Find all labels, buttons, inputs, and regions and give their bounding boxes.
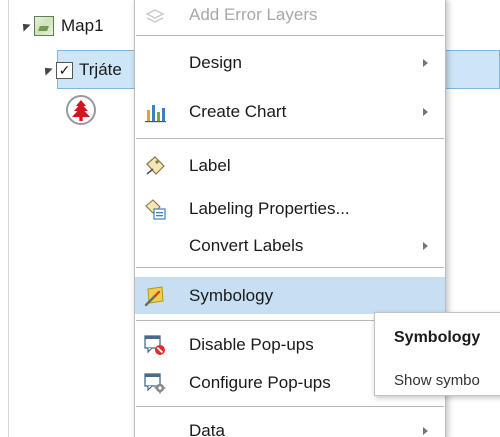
submenu-arrow-icon [423, 241, 428, 250]
menu-item-data[interactable]: Data [135, 412, 445, 437]
expand-caret-icon[interactable] [19, 20, 31, 32]
tooltip-title: Symbology [394, 329, 481, 346]
pane-border [8, 0, 9, 437]
menu-separator [136, 406, 444, 407]
menu-item-label[interactable]: Label [135, 147, 445, 184]
menu-label: Symbology [189, 285, 274, 305]
tree-row-map[interactable]: Map1 [19, 16, 104, 36]
menu-separator [136, 35, 444, 36]
menu-item-symbology[interactable]: Symbology [135, 277, 445, 314]
menu-label: Configure Pop-ups [189, 372, 331, 392]
symbology-icon [143, 284, 167, 308]
menu-item-labeling-properties[interactable]: Labeling Properties... [135, 190, 445, 227]
labeling-properties-icon [143, 197, 167, 221]
chart-icon [143, 100, 167, 124]
check-icon: ✓ [58, 62, 71, 78]
map-icon [34, 16, 54, 36]
menu-item-create-chart[interactable]: Create Chart [135, 93, 445, 130]
layer-label: Trjáte [79, 60, 122, 79]
submenu-arrow-icon [423, 426, 428, 435]
symbology-tooltip: Symbology Show symbo [374, 312, 500, 396]
map-label: Map1 [61, 16, 104, 35]
menu-separator [136, 267, 444, 268]
label-icon [143, 154, 167, 178]
layer-visibility-checkbox[interactable]: ✓ [56, 61, 73, 79]
configure-popups-icon [143, 371, 167, 395]
menu-separator [136, 138, 444, 139]
menu-label: Create Chart [189, 101, 287, 121]
error-layers-icon [143, 3, 167, 27]
disable-popups-icon [143, 333, 167, 357]
menu-label: Convert Labels [189, 235, 304, 255]
tooltip-description: Show symbo [394, 372, 480, 389]
menu-item-design[interactable]: Design [135, 44, 445, 81]
tree-symbol-icon[interactable] [66, 95, 96, 125]
menu-item-add-error-layers[interactable]: Add Error Layers [135, 0, 445, 33]
menu-label: Design [189, 52, 242, 72]
menu-label: Disable Pop-ups [189, 334, 314, 354]
expand-caret-icon[interactable] [41, 64, 53, 76]
menu-label: Labeling Properties... [189, 198, 350, 218]
menu-item-convert-labels[interactable]: Convert Labels [135, 227, 445, 264]
tree-glyph [72, 100, 90, 121]
menu-label: Label [189, 155, 231, 175]
tree-row-layer[interactable]: ✓ Trjáte [41, 60, 122, 80]
submenu-arrow-icon [423, 107, 428, 116]
submenu-arrow-icon [423, 58, 428, 67]
menu-label: Data [189, 420, 225, 437]
menu-label: Add Error Layers [189, 4, 318, 24]
